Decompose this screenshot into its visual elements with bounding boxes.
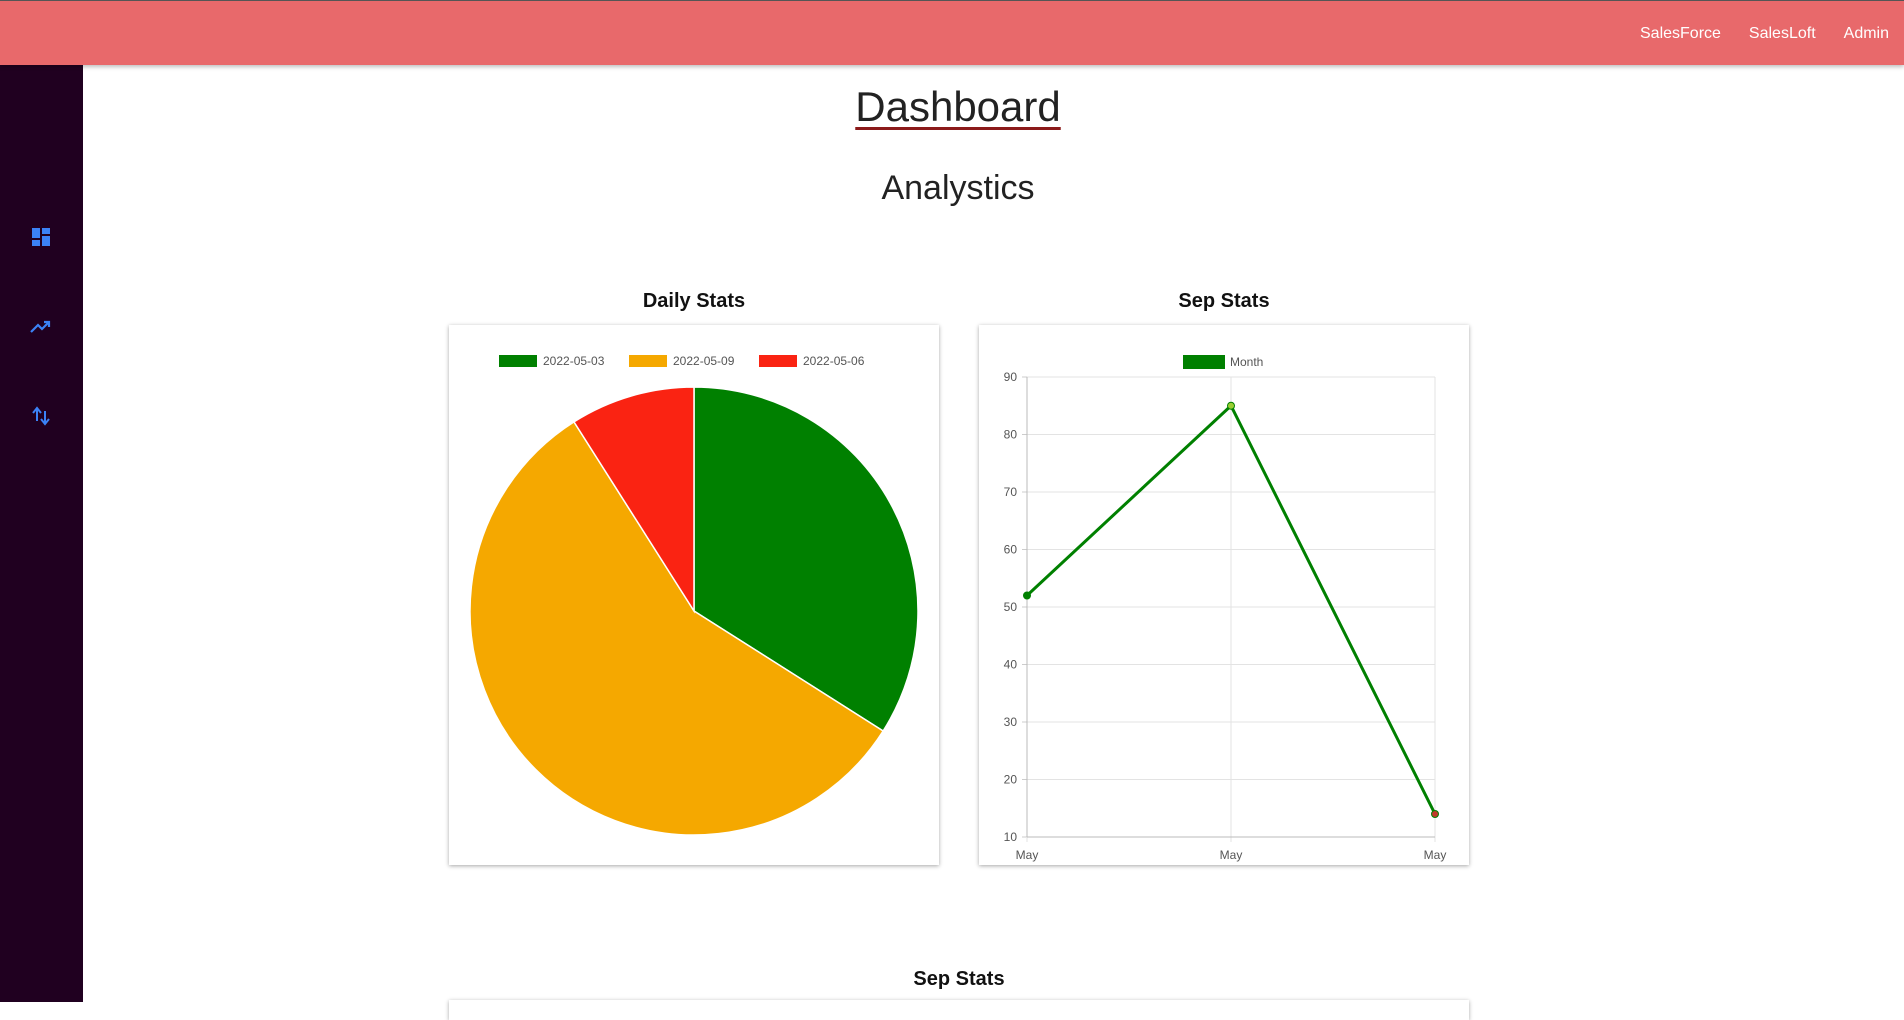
y-tick-label: 40 [1004,658,1018,672]
legend-swatch[interactable] [759,355,797,367]
swap-vert-icon[interactable] [29,404,53,428]
top-nav-links: SalesForce SalesLoft Admin [1640,1,1904,66]
bottom-sep-stats-card [449,1000,1469,1020]
nav-link-salesloft[interactable]: SalesLoft [1749,25,1816,43]
x-tick-label: May [1424,848,1447,862]
y-tick-label: 80 [1004,428,1018,442]
daily-stats-pie-chart: 2022-05-03 2022-05-09 2022-05-06 [469,354,919,836]
sidebar [0,65,83,1002]
page-subtitle: Analystics [881,169,1035,207]
top-navbar: SalesForce SalesLoft Admin [0,0,1904,65]
x-tick-label: May [1220,848,1243,862]
sep-stats-card: Month 10 20 30 40 50 60 70 80 90 May May May [979,325,1469,865]
legend-label[interactable]: 2022-05-03 [543,354,605,368]
nav-link-salesforce[interactable]: SalesForce [1640,25,1721,43]
legend-label[interactable]: Month [1230,355,1263,369]
y-tick-label: 90 [1004,370,1018,384]
bottom-sep-stats-title: Sep Stats [913,968,1005,990]
page-title-wrap: Dashboard [83,83,1833,131]
legend-swatch[interactable] [499,355,537,367]
y-tick-label: 30 [1004,715,1018,729]
y-tick-label: 70 [1004,485,1018,499]
legend-label[interactable]: 2022-05-06 [803,354,865,368]
dashboard-icon[interactable] [29,225,53,249]
legend-swatch[interactable] [1183,355,1225,369]
legend-swatch[interactable] [629,355,667,367]
y-tick-label: 10 [1004,830,1018,844]
data-point[interactable] [1431,810,1439,818]
sep-stats-line-chart: Month 10 20 30 40 50 60 70 80 90 May May May [1004,355,1447,862]
data-point[interactable] [1227,401,1235,410]
trending-up-icon[interactable] [29,315,53,339]
page-title: Dashboard [855,83,1061,130]
data-point[interactable] [1023,591,1031,600]
daily-stats-card: 2022-05-03 2022-05-09 2022-05-06 [449,325,939,865]
nav-link-admin[interactable]: Admin [1844,25,1889,43]
sep-stats-title: Sep Stats [1178,290,1270,312]
daily-stats-title: Daily Stats [642,290,746,312]
legend-label[interactable]: 2022-05-09 [673,354,735,368]
x-tick-label: May [1016,848,1039,862]
main-content: Dashboard Analystics Daily Stats 2022-05… [83,65,1904,1020]
y-tick-label: 60 [1004,543,1018,557]
y-tick-label: 50 [1004,600,1018,614]
y-tick-label: 20 [1004,773,1018,787]
